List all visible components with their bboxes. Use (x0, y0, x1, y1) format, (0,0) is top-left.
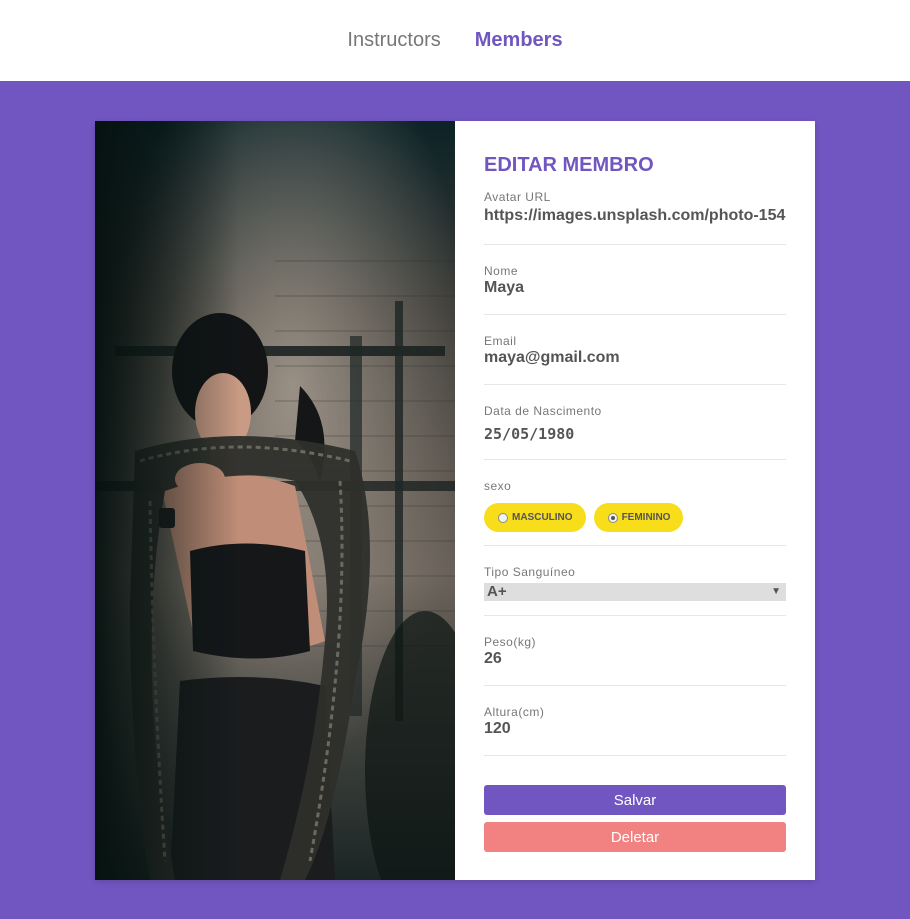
gender-option-feminino[interactable]: FEMININO (593, 503, 684, 532)
avatar-url-input[interactable]: https://images.unsplash.com/photo-154 (484, 207, 786, 225)
blood-type-select[interactable]: A+ ▼ (484, 583, 786, 601)
name-input[interactable]: Maya (484, 279, 786, 297)
save-button[interactable]: Salvar (484, 785, 786, 815)
gender-option-label: FEMININO (621, 512, 671, 523)
birth-date-label: Data de Nascimento (484, 404, 602, 418)
weight-field: Peso(kg) 26 (484, 616, 786, 686)
gender-label: sexo (484, 479, 512, 493)
gender-radio-group: MASCULINO FEMININO (484, 503, 786, 532)
gender-option-label: MASCULINO (512, 512, 573, 523)
gender-option-masculino[interactable]: MASCULINO (484, 503, 586, 532)
form-title: EDITAR MEMBRO (484, 154, 654, 176)
radio-unchecked-icon[interactable] (498, 512, 508, 523)
email-input[interactable]: maya@gmail.com (484, 349, 786, 367)
blood-type-label: Tipo Sanguíneo (484, 565, 576, 579)
birth-date-input[interactable]: 25/05/1980 (484, 425, 786, 443)
height-field: Altura(cm) 120 (484, 686, 786, 756)
nav-link-instructors[interactable]: Instructors (347, 29, 440, 52)
name-label: Nome (484, 264, 519, 278)
email-field: Email maya@gmail.com (484, 315, 786, 385)
blood-type-field: Tipo Sanguíneo A+ ▼ (484, 546, 786, 616)
email-label: Email (484, 334, 517, 348)
avatar-url-field: Avatar URL https://images.unsplash.com/p… (484, 189, 786, 245)
edit-member-form: EDITAR MEMBRO Avatar URL https://images.… (455, 121, 815, 880)
avatar-url-label: Avatar URL (484, 190, 551, 204)
blood-type-value: A+ (487, 583, 507, 600)
top-nav: Instructors Members (0, 0, 910, 81)
gender-field: sexo MASCULINO FEMININO (484, 460, 786, 546)
member-avatar-photo (95, 121, 455, 880)
height-label: Altura(cm) (484, 705, 545, 719)
birth-date-field: Data de Nascimento 25/05/1980 (484, 385, 786, 460)
avatar-image (95, 121, 455, 880)
weight-input[interactable]: 26 (484, 650, 786, 668)
height-input[interactable]: 120 (484, 720, 786, 738)
weight-label: Peso(kg) (484, 635, 537, 649)
delete-button[interactable]: Deletar (484, 822, 786, 852)
nav-link-members[interactable]: Members (475, 29, 563, 52)
radio-checked-icon[interactable] (607, 512, 618, 523)
edit-member-card: EDITAR MEMBRO Avatar URL https://images.… (95, 121, 815, 880)
name-field: Nome Maya (484, 245, 786, 315)
dropdown-arrow-icon: ▼ (771, 586, 781, 597)
